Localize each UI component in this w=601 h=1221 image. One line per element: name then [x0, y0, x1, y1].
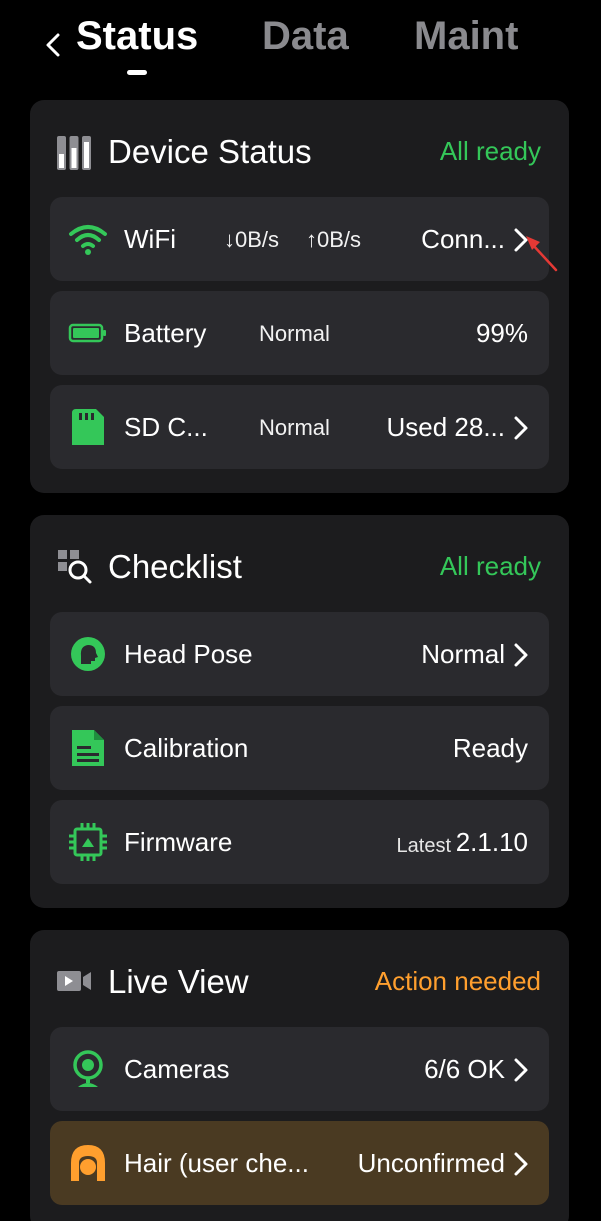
- battery-percent: 99%: [475, 318, 528, 348]
- sd-card-label: SD C...: [124, 412, 208, 442]
- back-chevron-icon[interactable]: [42, 30, 64, 60]
- hair-label: Hair (user che...: [124, 1148, 309, 1178]
- checklist-header: Checklist All ready: [30, 515, 569, 611]
- card-status-badge: All ready: [439, 551, 541, 581]
- battery-icon: [68, 323, 106, 343]
- cameras-row[interactable]: Cameras 6/6 OK: [50, 1027, 549, 1111]
- checklist-card: Checklist All ready Head Pose Normal Cal…: [30, 515, 569, 908]
- top-tab-bar: Status Data Maint: [0, 0, 601, 95]
- hair-row[interactable]: Hair (user che... Unconfirmed: [50, 1121, 549, 1205]
- head-pose-value: Normal: [421, 639, 505, 669]
- battery-status: Normal: [259, 321, 330, 346]
- head-pose-row[interactable]: Head Pose Normal: [50, 612, 549, 696]
- wifi-row[interactable]: WiFi ↓0B/s ↑0B/s Conn...: [50, 197, 549, 281]
- live-view-card: Live View Action needed Cameras 6/6 OK H…: [30, 930, 569, 1221]
- calibration-row: Calibration Ready: [50, 706, 549, 790]
- sd-card-row[interactable]: SD C... Normal Used 28...: [50, 385, 549, 469]
- tab-data[interactable]: Data: [262, 14, 349, 58]
- wifi-icon: [69, 225, 107, 255]
- sd-card-status: Normal: [259, 415, 330, 440]
- chevron-right-icon: [514, 1152, 528, 1176]
- checklist-search-icon: [58, 550, 92, 584]
- video-camera-icon: [57, 971, 91, 991]
- wifi-label: WiFi: [124, 224, 176, 254]
- firmware-row: Firmware Latest 2.1.10: [50, 800, 549, 884]
- document-icon: [72, 730, 104, 766]
- card-title: Live View: [108, 963, 249, 1000]
- firmware-version: 2.1.10: [455, 827, 528, 857]
- sd-card-icon: [72, 409, 104, 445]
- annotation-arrow-icon: [526, 236, 558, 272]
- chevron-right-icon: [514, 416, 528, 440]
- hair-value: Unconfirmed: [357, 1148, 505, 1178]
- battery-label: Battery: [124, 318, 207, 348]
- device-status-header: Device Status All ready: [30, 100, 569, 196]
- sd-card-usage: Used 28...: [386, 412, 505, 442]
- chip-icon: [69, 823, 107, 861]
- tab-status[interactable]: Status: [76, 14, 198, 58]
- head-pose-label: Head Pose: [124, 639, 253, 669]
- wifi-status-value: Conn...: [421, 224, 505, 254]
- head-icon: [71, 637, 105, 671]
- upload-speed: ↑0B/s: [306, 227, 362, 252]
- card-status-badge: Action needed: [374, 966, 541, 996]
- firmware-label: Firmware: [124, 827, 233, 857]
- equalizer-icon: [57, 136, 91, 170]
- firmware-latest-label: Latest: [396, 835, 451, 857]
- card-status-badge: All ready: [439, 136, 541, 166]
- live-view-header: Live View Action needed: [30, 930, 569, 1026]
- hair-icon: [71, 1145, 105, 1181]
- card-title: Checklist: [108, 548, 242, 585]
- device-status-card: Device Status All ready WiFi ↓0B/s ↑0B/s…: [30, 100, 569, 493]
- card-title: Device Status: [108, 133, 312, 170]
- tab-maint[interactable]: Maint: [414, 14, 518, 58]
- battery-row: Battery Normal 99%: [50, 291, 549, 375]
- chevron-right-icon: [514, 1058, 528, 1082]
- active-tab-indicator: [127, 70, 147, 75]
- download-speed: ↓0B/s: [224, 227, 280, 252]
- calibration-value: Ready: [452, 733, 528, 763]
- webcam-icon: [73, 1050, 103, 1087]
- chevron-right-icon: [514, 643, 528, 667]
- cameras-label: Cameras: [124, 1054, 230, 1084]
- cameras-value: 6/6 OK: [424, 1054, 505, 1084]
- calibration-label: Calibration: [124, 733, 249, 763]
